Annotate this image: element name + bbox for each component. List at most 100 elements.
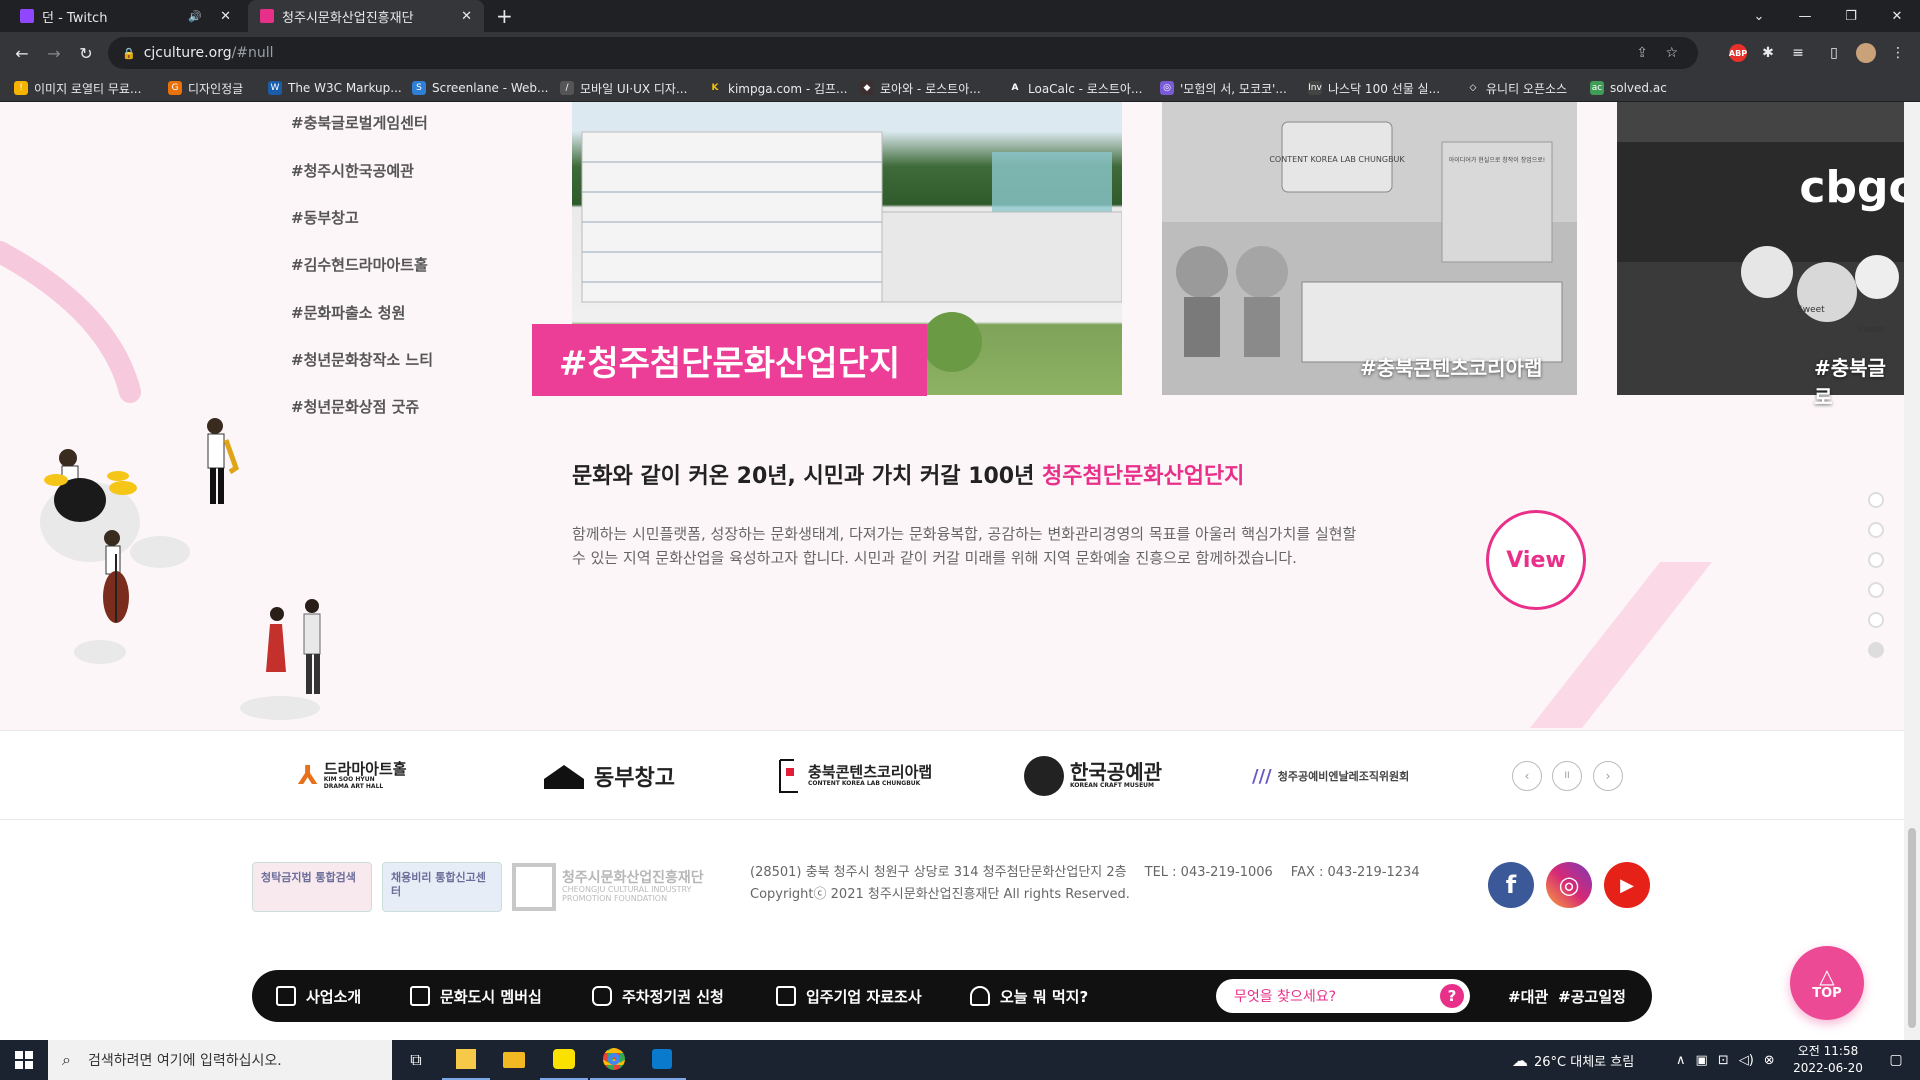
site-icon [260, 9, 274, 23]
partner-logo-strip: ⅄ 드라마아트홀 KIM SOO HYUN DRAMA ART HALL 동부창고… [0, 730, 1904, 820]
search-help-button[interactable]: ? [1440, 984, 1464, 1008]
pager-dot[interactable] [1868, 522, 1884, 538]
windows-start-icon[interactable] [0, 1040, 48, 1080]
tag-link[interactable]: #동부창고 [291, 207, 359, 228]
close-tab-icon[interactable]: ✕ [461, 9, 472, 24]
bookmark-item[interactable]: / 모바일 UI·UX 디자... [560, 78, 687, 98]
tag-link[interactable]: #청년문화상점 굿쥬 [291, 396, 419, 417]
partner-logo-biennale[interactable]: /// 청주공예비엔날레조직위원회 [1252, 753, 1409, 799]
pager-dot[interactable] [1868, 612, 1884, 628]
back-icon[interactable]: ← [10, 41, 34, 65]
partners-pause-button[interactable]: II [1552, 761, 1582, 791]
notification-icon[interactable]: ▢ [1872, 1040, 1920, 1080]
vscode-icon[interactable] [638, 1040, 686, 1080]
camera-icon[interactable]: ▣ [1696, 1053, 1708, 1068]
tag-rental[interactable]: #대관 [1508, 986, 1548, 1007]
taskbar-search[interactable]: ⌕ 검색하려면 여기에 입력하십시오. [48, 1040, 392, 1080]
tag-link[interactable]: #문화파출소 청원 [291, 302, 405, 323]
quick-business-intro[interactable]: 사업소개 [276, 970, 361, 1022]
pager-dot-active[interactable] [1868, 642, 1884, 658]
quick-tenant-survey[interactable]: 입주기업 자료조사 [776, 970, 922, 1022]
task-view-icon[interactable]: ⧉ [392, 1040, 440, 1080]
site-search-input[interactable]: 무엇을 찾으세요?? [1216, 979, 1470, 1013]
pager-dot[interactable] [1868, 552, 1884, 568]
quick-parking-pass[interactable]: 주차정기권 신청 [592, 970, 724, 1022]
bookmark-item[interactable]: Inv 나스닥 100 선물 실... [1308, 78, 1440, 98]
address-bar[interactable]: 🔒 cjculture.org/#null ⇪ ☆ [108, 37, 1698, 69]
extensions-icon[interactable]: ✱ [1756, 41, 1780, 65]
quick-tags: #대관 #공고일정 [1508, 970, 1626, 1022]
menu-icon[interactable]: ⋮ [1886, 41, 1910, 65]
pager-dot[interactable] [1868, 492, 1884, 508]
tab-twitch[interactable]: 던 - Twitch 🔊 ✕ [8, 0, 243, 32]
bookmark-item[interactable]: ac solved.ac [1590, 78, 1667, 98]
mural-text: Sweet [1797, 305, 1825, 315]
url-host: cjculture.org [143, 45, 232, 61]
browser-tab-strip: 던 - Twitch 🔊 ✕ 청주시문화산업진흥재단 ✕ + ⌄ — ❐ ✕ [0, 0, 1920, 32]
reading-list-icon[interactable]: ≡ [1786, 41, 1810, 65]
bookmark-item[interactable]: ◇ 유니티 오픈소스 [1466, 78, 1567, 98]
biennale-mark: /// [1252, 765, 1272, 787]
tab-title: 던 - Twitch [42, 10, 108, 26]
close-window-icon[interactable]: ✕ [1874, 0, 1920, 32]
restore-icon[interactable]: ❐ [1828, 0, 1874, 32]
partner-logo-contentlab[interactable]: 충북콘텐츠코리아랩 CONTENT KOREA LAB CHUNGBUK [776, 753, 932, 799]
volume-icon[interactable]: ◁) [1739, 1053, 1754, 1068]
quick-lunch-menu[interactable]: 오늘 뭐 먹지? [970, 970, 1088, 1022]
tab-search-icon[interactable]: ⌄ [1736, 0, 1782, 32]
pager-dot[interactable] [1868, 582, 1884, 598]
url-path: /#null [231, 45, 274, 61]
bookmark-item[interactable]: W The W3C Markup... [268, 78, 402, 98]
reload-icon[interactable]: ↻ [74, 41, 98, 65]
weather-widget[interactable]: ☁ 26°C 대체로 흐림 [1512, 1040, 1634, 1080]
page-scrollbar[interactable] [1904, 102, 1920, 1040]
file-explorer-icon[interactable] [490, 1040, 538, 1080]
bookmark-item[interactable]: A LoaCalc - 로스트아... [1008, 78, 1142, 98]
tab-cjculture[interactable]: 청주시문화산업진흥재단 ✕ [248, 0, 484, 32]
close-tab-icon[interactable]: ✕ [220, 9, 231, 24]
adblock-icon[interactable]: ABP [1729, 44, 1747, 62]
vpn-icon[interactable]: ⊗ [1764, 1053, 1775, 1068]
audio-icon[interactable]: 🔊 [188, 10, 202, 23]
partner-logo-craft[interactable]: 한국공예관 KOREAN CRAFT MUSEUM [1024, 753, 1162, 799]
view-button[interactable]: View [1486, 510, 1586, 610]
partner-logo-drama[interactable]: ⅄ 드라마아트홀 KIM SOO HYUN DRAMA ART HALL [298, 753, 407, 799]
quick-membership[interactable]: 문화도시 멤버십 [410, 970, 542, 1022]
lab-wall-text: 아이디어가 현실으로 창작이 창업으로! [1449, 156, 1545, 164]
tag-notice-schedule[interactable]: #공고일정 [1558, 986, 1626, 1007]
tag-link[interactable]: #김수현드라마아트홀 [291, 254, 428, 275]
network-icon[interactable]: ⊡ [1718, 1053, 1729, 1068]
minimize-icon[interactable]: — [1782, 0, 1828, 32]
quick-menu-bar: 사업소개 문화도시 멤버십 주차정기권 신청 입주기업 자료조사 오늘 뭐 먹지… [252, 970, 1652, 1022]
clock[interactable]: 오전 11:58 2022-06-20 [1788, 1043, 1868, 1077]
sticky-notes-icon[interactable] [442, 1040, 490, 1080]
triangle-up-icon: △ [1819, 963, 1835, 988]
partner-logo-dongbu[interactable]: 동부창고 [540, 753, 675, 799]
bookmark-item[interactable]: G 디자인정글 [168, 78, 243, 98]
chevron-up-icon[interactable]: ∧ [1676, 1053, 1686, 1068]
scroll-top-button[interactable]: △ TOP [1790, 946, 1864, 1020]
search-icon: ⌕ [62, 1050, 71, 1069]
bookmark-item[interactable]: ◎ '모험의 서, 모코코'... [1160, 78, 1287, 98]
chrome-icon[interactable] [590, 1040, 638, 1080]
system-tray-icons[interactable]: ∧ ▣ ⊡ ◁) ⊗ [1676, 1040, 1775, 1080]
partners-prev-button[interactable]: ‹ [1512, 761, 1542, 791]
kakaotalk-icon[interactable] [540, 1040, 588, 1080]
tag-link[interactable]: #충북글로벌게임센터 [291, 112, 428, 133]
bookmark-item[interactable]: S Screenlane - Web... [412, 78, 549, 98]
slide-title-banner: #청주첨단문화산업단지 [532, 324, 927, 396]
bookmark-item[interactable]: ◆ 로아와 - 로스트아... [860, 78, 981, 98]
cloud-icon: ☁ [1512, 1050, 1528, 1070]
side-panel-icon[interactable]: ▯ [1822, 41, 1846, 65]
tag-link[interactable]: #청년문화창작소 느티 [291, 349, 433, 370]
new-tab-button[interactable]: + [496, 4, 513, 28]
forward-icon[interactable]: → [42, 41, 66, 65]
partners-next-button[interactable]: › [1593, 761, 1623, 791]
scrollbar-thumb[interactable] [1908, 828, 1916, 1028]
tag-link[interactable]: #청주시한국공예관 [291, 160, 414, 181]
bookmark-item[interactable]: Kkimpga.com - 김프... [708, 78, 848, 98]
profile-avatar[interactable] [1856, 43, 1876, 63]
star-icon[interactable]: ☆ [1665, 45, 1678, 61]
share-icon[interactable]: ⇪ [1636, 45, 1648, 61]
bookmark-item[interactable]: ! 이미지 로열티 무료... [14, 78, 141, 98]
